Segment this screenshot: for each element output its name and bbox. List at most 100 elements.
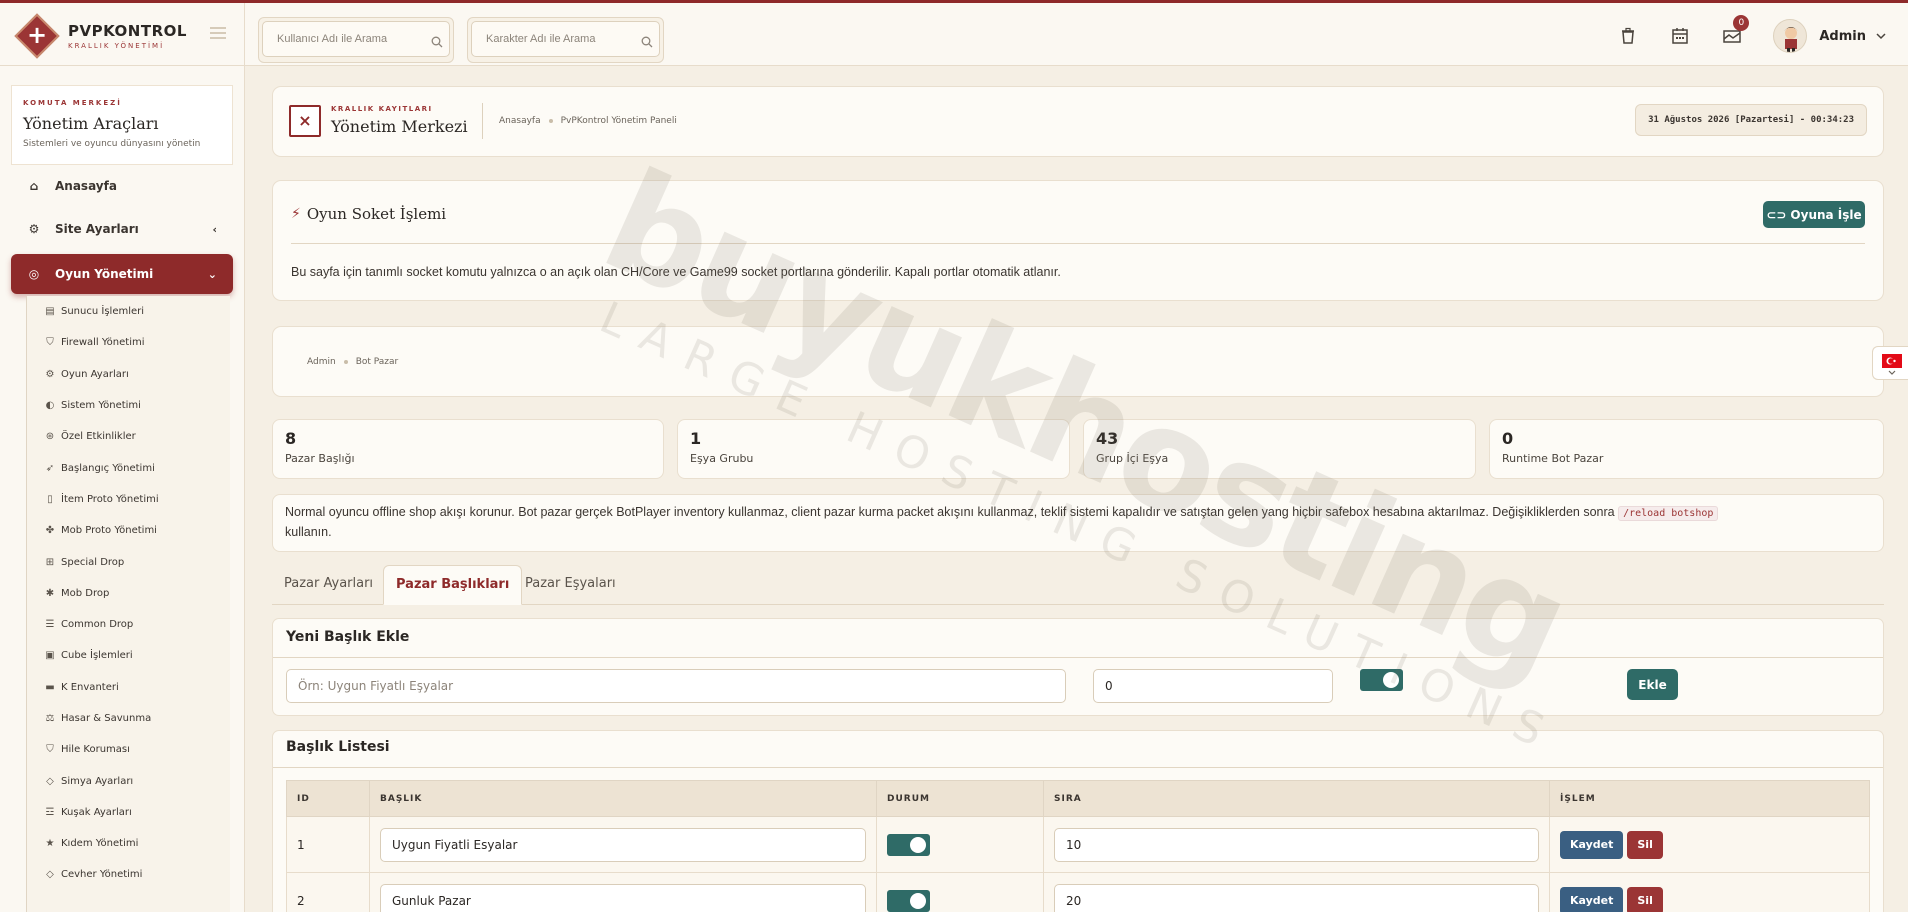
socket-title: Oyun Soket İşlemi — [306, 205, 447, 223]
stat-label: Pazar Başlığı — [285, 452, 355, 465]
row-status-toggle[interactable] — [887, 833, 930, 856]
submenu-item[interactable]: ▤ Sunucu İşlemleri — [27, 296, 230, 327]
gamepad-icon: ⊛ — [45, 431, 55, 443]
divider — [273, 767, 1883, 768]
close-icon[interactable]: × — [289, 105, 321, 137]
sidebar-item-label: Anasayfa — [55, 179, 117, 193]
cube-icon: ▣ — [45, 650, 55, 662]
breadcrumb-dot — [343, 360, 348, 364]
search-icon[interactable] — [641, 36, 653, 48]
breadcrumb-home[interactable]: Anasayfa — [499, 116, 541, 126]
submenu-item-label: K Envanteri — [61, 681, 119, 693]
submenu-item-label: Başlangıç Yönetimi — [61, 462, 155, 474]
breadcrumb: Admin Bot Pazar — [307, 357, 398, 367]
submenu-item[interactable]: ⊞ Special Drop — [27, 546, 230, 577]
brand[interactable]: + PVPKONTROL KRALLIK YÖNETİMİ — [10, 9, 242, 63]
table-row: 1 Uygun Fiyatli Esyalar 10 Kaydet Sil — [286, 816, 1870, 873]
trash-icon[interactable] — [1617, 25, 1639, 47]
send-to-game-button[interactable]: ⊂⊃ Oyuna İşle — [1763, 201, 1865, 228]
stat-label: Eşya Grubu — [690, 452, 754, 465]
submenu-item[interactable]: ☰ Common Drop — [27, 609, 230, 640]
row-title-input[interactable]: Gunluk Pazar — [380, 883, 866, 912]
file-icon: ▯ — [47, 493, 53, 505]
submenu-item-label: Özel Etkinlikler — [61, 431, 136, 443]
brand-logo-icon: + — [14, 13, 60, 59]
chevron-down-icon[interactable] — [1876, 31, 1886, 41]
submenu-item[interactable]: ✱ Mob Drop — [27, 578, 230, 609]
tab-pazar-esyalari[interactable]: Pazar Eşyaları — [513, 565, 628, 605]
gamepad-icon: ◎ — [28, 267, 40, 281]
divider — [291, 243, 1865, 244]
save-button[interactable]: Kaydet — [1560, 830, 1624, 859]
stat-label: Grup İçi Eşya — [1096, 452, 1169, 465]
sidebar-desc: Sistemleri ve oyuncu dünyasını yönetin — [23, 139, 201, 149]
submenu-item-label: Oyun Ayarları — [61, 368, 129, 380]
sidebar-item-anasayfa[interactable]: ⌂ Anasayfa — [11, 166, 233, 206]
submenu-item[interactable]: ➶ Başlangıç Yönetimi — [27, 452, 230, 483]
divider — [273, 657, 1883, 658]
stat-value: 0 — [1502, 429, 1514, 448]
row-order-input[interactable]: 10 — [1054, 827, 1539, 862]
row-status-toggle[interactable] — [887, 889, 930, 912]
breadcrumb-admin[interactable]: Admin — [307, 357, 336, 367]
user-search-input[interactable]: Kullanıcı Adı ile Arama — [262, 21, 450, 57]
avatar[interactable] — [1773, 19, 1808, 53]
column-header-status: DURUM — [876, 780, 1044, 817]
breadcrumb-current: Bot Pazar — [355, 357, 399, 367]
inventory-icon: ▬ — [45, 681, 55, 693]
home-icon: ⌂ — [29, 179, 39, 193]
submenu-item[interactable]: ⊛ Özel Etkinlikler — [27, 421, 230, 452]
submenu-item[interactable]: ◇ Cevher Yönetimi — [27, 859, 230, 890]
submenu-item[interactable]: ☲ Kuşak Ayarları — [27, 797, 230, 828]
submenu-item[interactable]: ◇ Simya Ayarları — [27, 765, 230, 796]
delete-button[interactable]: Sil — [1627, 830, 1663, 859]
sidebar-item-site-ayarlari[interactable]: ⚙ Site Ayarları ‹ — [11, 209, 233, 249]
submenu-item-label: Common Drop — [61, 619, 134, 631]
submenu-item-label: Special Drop — [61, 556, 125, 568]
admin-name[interactable]: Admin — [1819, 29, 1866, 44]
sidebar-item-oyun-yonetimi[interactable]: ◎ Oyun Yönetimi ⌄ — [11, 254, 233, 294]
submenu-item[interactable]: ⛉ Hile Koruması — [27, 734, 230, 765]
submenu-item[interactable]: ◐ Sistem Yönetimi — [27, 390, 230, 421]
submenu-item[interactable]: ⚖ Hasar & Savunma — [27, 703, 230, 734]
list-icon: ☰ — [45, 619, 55, 631]
column-header-order: SIRA — [1043, 780, 1550, 817]
submenu: ▤ Sunucu İşlemleri ⛉ Firewall Yönetimi ⚙ Oyun… — [26, 296, 230, 912]
tab-pazar-basliklari[interactable]: Pazar Başlıkları — [383, 565, 523, 605]
divider — [244, 3, 245, 69]
mail-chart-icon[interactable]: 0 — [1721, 15, 1750, 47]
save-button[interactable]: Kaydet — [1560, 886, 1624, 912]
column-header-actions: İŞLEM — [1549, 780, 1870, 817]
tab-pazar-ayarlari[interactable]: Pazar Ayarları — [272, 565, 385, 605]
header-card: × KRALLIK KAYITLARI Yönetim Merkezi Anas… — [272, 86, 1884, 157]
stat-value: 43 — [1096, 429, 1119, 448]
delete-button[interactable]: Sil — [1627, 886, 1663, 912]
new-title-heading: Yeni Başlık Ekle — [286, 629, 410, 645]
calendar-icon[interactable] — [1669, 25, 1691, 47]
character-search-input[interactable]: Karakter Adı ile Arama — [471, 21, 660, 57]
search-icon[interactable] — [431, 36, 443, 48]
sidebar-kicker: KOMUTA MERKEZİ — [23, 99, 122, 107]
breadcrumb: Anasayfa PvPKontrol Yönetim Paneli — [499, 116, 677, 126]
star-icon: ★ — [45, 838, 55, 850]
plug-icon: ⚡ — [291, 206, 301, 222]
submenu-item[interactable]: ⛉ Firewall Yönetimi — [27, 327, 230, 358]
menu-toggle-icon[interactable] — [210, 27, 226, 42]
submenu-item[interactable]: ▬ K Envanteri — [27, 672, 230, 703]
submenu-item[interactable]: ★ Kıdem Yönetimi — [27, 828, 230, 859]
submenu-item[interactable]: ⚙ Oyun Ayarları — [27, 359, 230, 390]
order-input[interactable]: 0 — [1093, 669, 1333, 703]
submenu-item[interactable]: ▣ Cube İşlemleri — [27, 640, 230, 671]
gem-icon: ◇ — [46, 869, 54, 881]
add-button[interactable]: Ekle — [1627, 669, 1678, 700]
row-title-input[interactable]: Uygun Fiyatli Esyalar — [380, 827, 866, 862]
header-kicker: KRALLIK KAYITLARI — [331, 105, 433, 113]
submenu-item[interactable]: ▯ İtem Proto Yönetimi — [27, 484, 230, 515]
socket-text: Bu sayfa için tanımlı socket komutu yaln… — [291, 265, 1061, 279]
language-selector[interactable] — [1872, 346, 1908, 380]
row-order-input[interactable]: 20 — [1054, 883, 1539, 912]
submenu-item-label: Mob Drop — [61, 587, 110, 599]
title-input[interactable]: Örn: Uygun Fiyatlı Eşyalar — [286, 669, 1066, 703]
submenu-item[interactable]: ✤ Mob Proto Yönetimi — [27, 515, 230, 546]
status-toggle[interactable] — [1360, 669, 1403, 691]
